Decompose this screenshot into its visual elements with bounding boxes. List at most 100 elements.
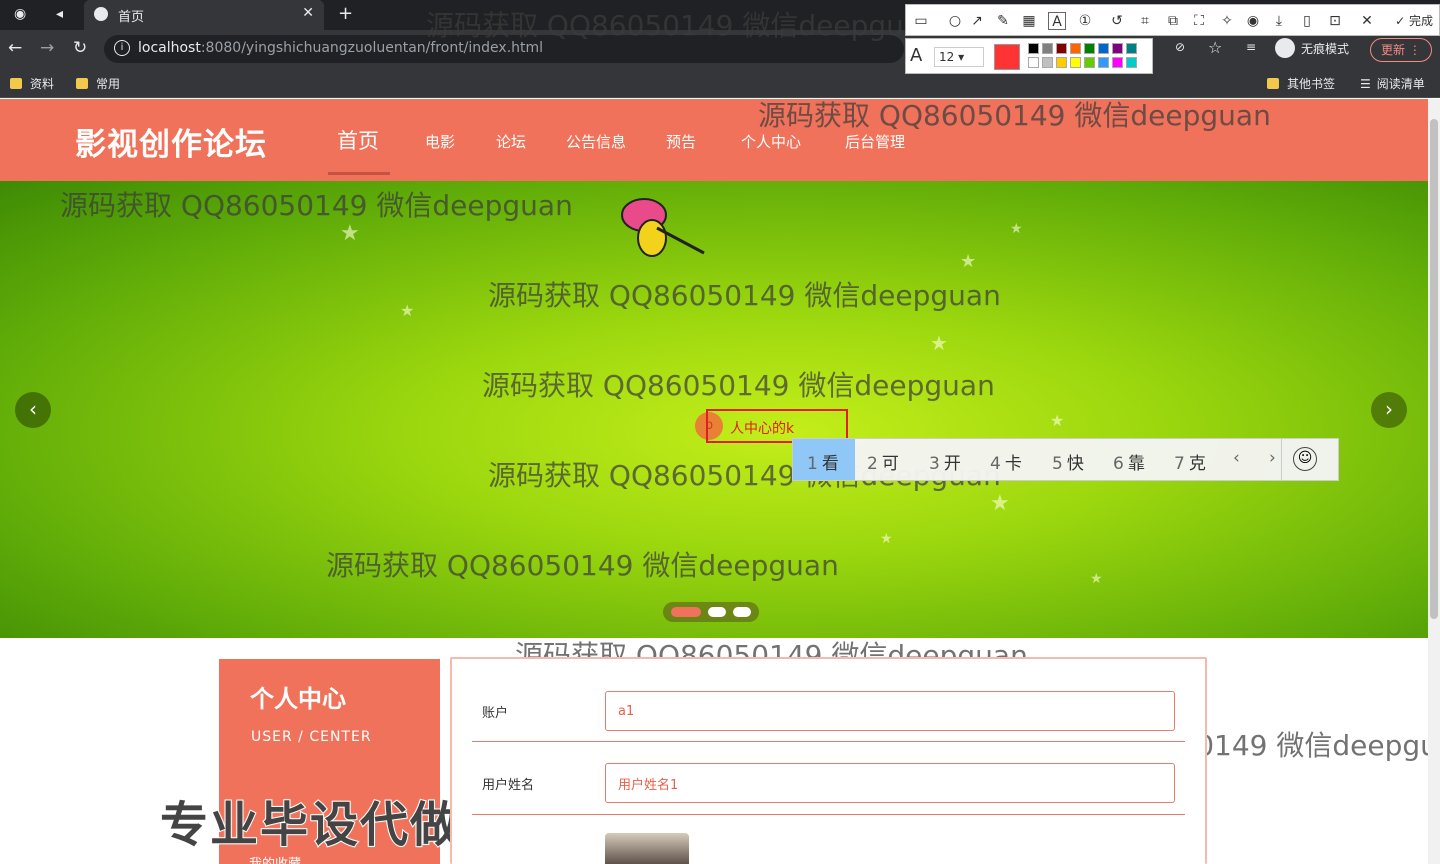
reading-list[interactable]: ☰ 阅读清单 <box>1360 75 1425 92</box>
hide-icon[interactable]: ⊘ <box>1175 40 1185 54</box>
bookmark-folder-ziliao[interactable]: 资料 <box>10 75 54 92</box>
ime-prev-icon[interactable]: ‹ <box>1233 448 1240 468</box>
ime-candidate[interactable]: 3开 <box>929 449 961 474</box>
carousel-dot[interactable] <box>708 607 726 617</box>
new-tab-button[interactable]: + <box>338 3 353 24</box>
ime-separator <box>1281 439 1282 480</box>
star-icon[interactable]: ☆ <box>1208 38 1222 57</box>
mosaic-icon[interactable]: ▦ <box>1020 12 1038 30</box>
color-swatch[interactable] <box>1084 43 1095 54</box>
ime-candidate[interactable]: 6靠 <box>1113 449 1145 474</box>
nav-notice[interactable]: 公告信息 <box>566 131 626 152</box>
screenshot-toolbar: ▭ ○ ↗ ✎ ▦ A ① ↺ ⌗ ⧉ ⛶ ✧ ◉ ⤓ ▯ ⊡ ✕ ✓ 完成 <box>905 4 1440 36</box>
color-swatch[interactable] <box>1098 57 1109 68</box>
user-info-form: 账户 用户姓名 <box>450 657 1207 864</box>
current-color-swatch[interactable] <box>994 44 1020 70</box>
playlist-icon[interactable]: ≡ <box>1246 40 1256 54</box>
site-info-icon[interactable]: i <box>114 40 130 56</box>
carousel-prev-button[interactable]: ‹ <box>15 392 51 428</box>
ime-candidate[interactable]: 1看 <box>793 439 855 480</box>
mute-icon[interactable]: ◂ <box>56 6 63 22</box>
bookmark-folder-changyong[interactable]: 常用 <box>76 75 120 92</box>
form-divider <box>472 814 1185 815</box>
avatar[interactable] <box>605 833 689 864</box>
nav-trailer[interactable]: 预告 <box>666 131 696 152</box>
star-decoration: ★ <box>1010 221 1023 237</box>
bookmark-icon[interactable]: ⊡ <box>1326 12 1344 30</box>
browser-menu-icon[interactable]: ◉ <box>14 6 26 22</box>
color-swatch[interactable] <box>1056 43 1067 54</box>
ime-next-icon[interactable]: › <box>1269 448 1276 468</box>
color-swatch[interactable] <box>1098 43 1109 54</box>
record-icon[interactable]: ◉ <box>1244 12 1262 30</box>
color-swatch[interactable] <box>1112 43 1123 54</box>
number-icon[interactable]: ① <box>1076 12 1094 30</box>
text-icon[interactable]: A <box>1048 12 1066 30</box>
ime-candidate-bar[interactable]: 1看 2可 3开 4卡 5快 6靠 7克 ‹ › ☺ <box>792 438 1339 481</box>
color-swatch[interactable] <box>1126 43 1137 54</box>
nav-forum[interactable]: 论坛 <box>496 131 526 152</box>
carousel-dot[interactable] <box>733 607 751 617</box>
nav-home[interactable]: 首页 <box>337 125 379 155</box>
watermark-text: 源码获取 QQ86050149 微信deepguan <box>482 369 995 402</box>
pin-icon[interactable]: ✧ <box>1218 12 1236 30</box>
translate-icon[interactable]: ⧉ <box>1164 12 1182 30</box>
color-swatch[interactable] <box>1028 43 1039 54</box>
active-nav-indicator <box>328 172 390 175</box>
done-button[interactable]: ✓ 完成 <box>1395 12 1433 29</box>
scrollbar-thumb[interactable] <box>1430 119 1438 619</box>
color-swatch[interactable] <box>1070 43 1081 54</box>
name-input[interactable] <box>605 763 1175 803</box>
watermark-text: 源码获取 QQ86050149 微信deepguan <box>60 189 573 222</box>
ime-candidate[interactable]: 4卡 <box>990 449 1022 474</box>
name-label: 用户姓名 <box>482 778 535 793</box>
nav-movie[interactable]: 电影 <box>425 131 455 152</box>
sidebar-subtitle: USER / CENTER <box>251 729 372 745</box>
close-tab-icon[interactable]: ✕ <box>302 5 314 21</box>
font-size-select[interactable]: 12 ▾ <box>934 47 984 67</box>
bookmark-folder-other[interactable]: 其他书签 <box>1267 75 1335 92</box>
reload-icon[interactable]: ↻ <box>73 38 87 58</box>
ime-candidate[interactable]: 7克 <box>1174 449 1206 474</box>
update-button[interactable]: 更新 ⋮ <box>1370 38 1432 62</box>
crop-icon[interactable]: ⌗ <box>1136 12 1154 30</box>
undo-icon[interactable]: ↺ <box>1108 12 1126 30</box>
color-swatch[interactable] <box>1042 57 1053 68</box>
watermark-text: 源码获取 QQ86050149 微信deepguan <box>758 99 1271 132</box>
ime-candidate[interactable]: 2可 <box>867 449 899 474</box>
tab-title: 首页 <box>118 10 145 25</box>
incognito-icon <box>1275 38 1295 58</box>
incognito-indicator[interactable]: 无痕模式 <box>1275 38 1349 58</box>
carousel-dot-active[interactable] <box>671 607 701 617</box>
color-swatch[interactable] <box>1070 57 1081 68</box>
color-swatch[interactable] <box>1112 57 1123 68</box>
phone-icon[interactable]: ▯ <box>1298 12 1316 30</box>
color-swatch[interactable] <box>1028 57 1039 68</box>
ime-candidate[interactable]: 5快 <box>1052 449 1084 474</box>
ellipse-icon[interactable]: ○ <box>946 12 964 30</box>
star-decoration: ★ <box>930 331 948 355</box>
carousel-next-button[interactable]: › <box>1371 392 1407 428</box>
nav-admin[interactable]: 后台管理 <box>845 131 905 152</box>
site-logo[interactable]: 影视创作论坛 <box>75 119 267 164</box>
color-swatch[interactable] <box>1126 57 1137 68</box>
forward-icon[interactable]: → <box>40 38 54 58</box>
watermark-text: 源码获取 QQ86050149 微信deepguan <box>488 279 1001 312</box>
nav-user-center[interactable]: 个人中心 <box>741 131 801 152</box>
form-divider <box>472 741 1185 742</box>
color-swatch[interactable] <box>1056 57 1067 68</box>
page-scrollbar[interactable] <box>1428 99 1440 864</box>
pen-icon[interactable]: ✎ <box>994 12 1012 30</box>
account-input[interactable] <box>605 691 1175 731</box>
browser-tab[interactable]: 首页 ✕ <box>84 0 324 30</box>
scan-icon[interactable]: ⛶ <box>1190 12 1208 30</box>
emoji-icon[interactable]: ☺ <box>1293 447 1317 471</box>
star-decoration: ★ <box>990 491 1010 516</box>
arrow-icon[interactable]: ↗ <box>968 12 986 30</box>
back-icon[interactable]: ← <box>8 38 22 58</box>
download-icon[interactable]: ⤓ <box>1270 12 1288 30</box>
color-swatch[interactable] <box>1084 57 1095 68</box>
color-swatch[interactable] <box>1042 43 1053 54</box>
cancel-icon[interactable]: ✕ <box>1358 12 1376 30</box>
rectangle-icon[interactable]: ▭ <box>912 12 930 30</box>
